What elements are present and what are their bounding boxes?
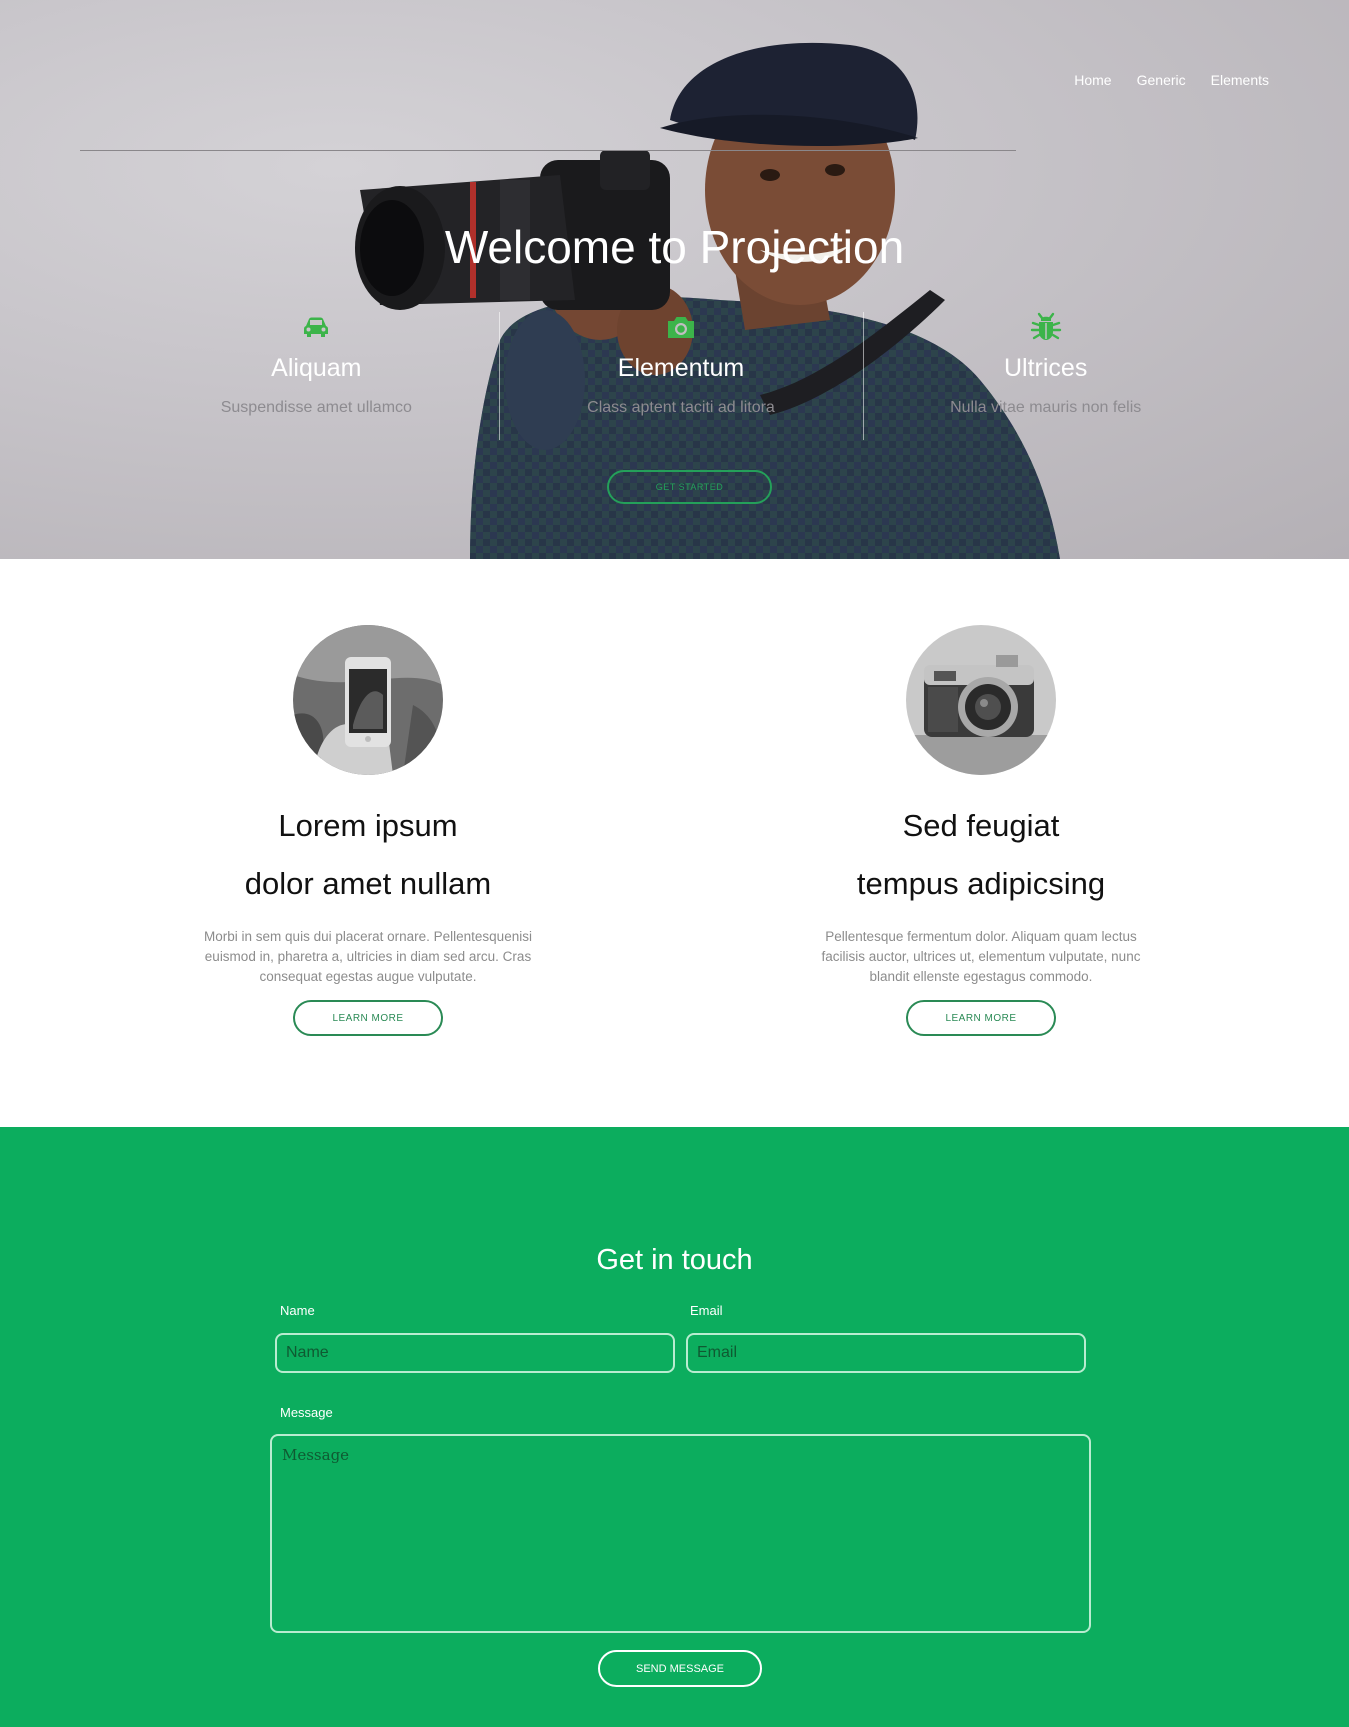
spotlight-item: Sed feugiat tempus adipicsing Pellentesq…	[781, 625, 1181, 1036]
name-field[interactable]	[275, 1333, 675, 1373]
feature-subtitle: Suspendisse amet ullamco	[220, 399, 412, 416]
contact-title: Get in touch	[596, 1244, 753, 1276]
nav-elements-link[interactable]: Elements	[1211, 72, 1269, 88]
bug-icon	[1030, 312, 1061, 340]
send-message-button[interactable]: Send Message	[598, 1650, 762, 1687]
car-icon	[304, 317, 329, 337]
message-field[interactable]	[270, 1434, 1091, 1633]
spotlight-heading-line2: dolor amet nullam	[244, 866, 492, 901]
spotlight-heading: Sed feugiat	[902, 808, 1060, 843]
spotlight-section: Lorem ipsum dolor amet nullam Morbi in s…	[0, 559, 1349, 1127]
hero-title: Welcome to Projection	[444, 221, 905, 273]
feature-title: Ultrices	[1004, 354, 1088, 382]
phone-photo	[293, 625, 443, 775]
spotlight-heading-line2: tempus adipicsing	[856, 866, 1106, 901]
feature-item-aliquam: Aliquam Suspendisse amet ullamco	[134, 310, 499, 417]
name-label: Name	[280, 1303, 315, 1318]
email-field[interactable]	[686, 1333, 1086, 1373]
main-nav: Home Generic Elements	[1074, 72, 1269, 88]
feature-list: Aliquam Suspendisse amet ullamco Element…	[134, 310, 1228, 440]
nav-home-link[interactable]: Home	[1074, 72, 1111, 88]
spotlight-text: Pellentesque fermentum dolor. Aliquam qu…	[821, 929, 1141, 984]
hero-divider	[80, 150, 1016, 151]
spotlight-text: Morbi in sem quis dui placerat ornare. P…	[204, 929, 532, 984]
feature-subtitle: Nulla vitae mauris non felis	[950, 399, 1142, 416]
camera-icon	[668, 317, 694, 338]
feature-item-elementum: Elementum Class aptent taciti ad litora	[498, 310, 864, 440]
hero-banner: Home Generic Elements Welcome to Project…	[0, 0, 1349, 559]
feature-title: Aliquam	[271, 354, 362, 382]
feature-subtitle: Class aptent taciti ad litora	[587, 399, 775, 416]
nav-generic-link[interactable]: Generic	[1137, 72, 1186, 88]
contact-section: Get in touch Name Email Message Send Mes…	[0, 1127, 1349, 1727]
feature-title: Elementum	[617, 354, 745, 382]
camera-photo	[906, 625, 1056, 775]
feature-item-ultrices: Ultrices Nulla vitae mauris non felis	[863, 310, 1228, 440]
email-label: Email	[690, 1303, 723, 1318]
learn-more-button[interactable]: Learn More	[906, 1000, 1056, 1036]
learn-more-button[interactable]: Learn More	[293, 1000, 443, 1036]
spotlight-heading: Lorem ipsum	[278, 808, 458, 843]
message-label: Message	[280, 1405, 333, 1420]
get-started-button[interactable]: Get Started	[607, 470, 772, 504]
spotlight-item: Lorem ipsum dolor amet nullam Morbi in s…	[168, 625, 568, 1036]
